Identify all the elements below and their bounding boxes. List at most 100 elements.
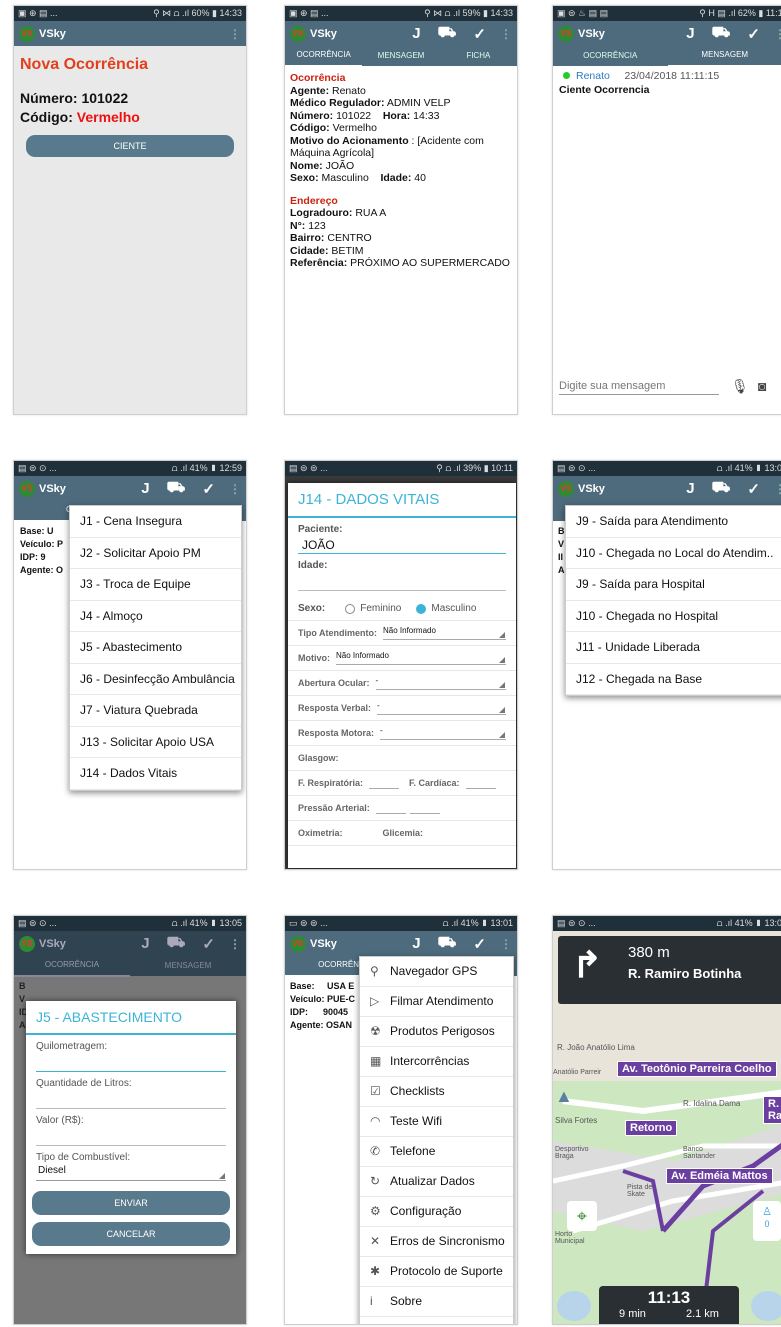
map-view[interactable]: ↱ 380 m R. Ramiro Botinha R. João Anatól… xyxy=(553,931,781,1324)
screen-menu-opcoes: ▭ ⊜ ⊜ ... ⩍ .ıl 41% ▮ 13:01 VS VSky J ⛟ ✓… xyxy=(284,915,518,1325)
menu-item-navegador-gps[interactable]: ⚲ Navegador GPS xyxy=(360,957,513,987)
menu-item-j11[interactable]: J11 - Unidade Liberada xyxy=(566,632,781,664)
overflow-menu-icon[interactable]: ⋮ xyxy=(229,937,241,951)
menu-item-atualizar-dados[interactable]: ↻ Atualizar Dados xyxy=(360,1167,513,1197)
menu-item-j6[interactable]: J6 - Desinfecção Ambulância xyxy=(70,664,241,695)
menu-item-telefone[interactable]: ✆ Telefone xyxy=(360,1137,513,1167)
menu-item-j2[interactable]: J2 - Solicitar Apoio PM xyxy=(70,538,241,569)
menu-item-produtos-perigosos[interactable]: ☢ Produtos Perigosos xyxy=(360,1017,513,1047)
j-button[interactable]: J xyxy=(412,935,420,952)
ambulance-icon[interactable]: ⛟ xyxy=(712,24,731,43)
menu-item-configuracao[interactable]: ⚙ Configuração xyxy=(360,1197,513,1227)
menu-item-j3[interactable]: J3 - Troca de Equipe xyxy=(70,569,241,601)
menu-item-intercorrencias[interactable]: ▦ Intercorrências xyxy=(360,1047,513,1077)
tab-mensagem[interactable]: MENSAGEM xyxy=(362,46,439,66)
menu-item-j12[interactable]: J12 - Chegada na Base xyxy=(566,664,781,695)
recenter-button[interactable]: ⌖ xyxy=(567,1201,597,1231)
j-button[interactable]: J xyxy=(141,935,149,952)
tab-ocorrencia[interactable]: OCORRÊNCIA xyxy=(14,955,130,977)
check-icon[interactable]: ✓ xyxy=(473,935,486,953)
menu-item-checklists[interactable]: ☑ Checklists xyxy=(360,1077,513,1107)
ciente-button[interactable]: CIENTE xyxy=(26,135,234,157)
app-bar: VS VSky J ⛟ ✓ ⋮ xyxy=(14,476,246,501)
menu-item-protocolo-suporte[interactable]: ✱ Protocolo de Suporte xyxy=(360,1257,513,1287)
j-button[interactable]: J xyxy=(686,25,694,42)
camera-icon[interactable]: ◙ xyxy=(758,378,766,394)
cancelar-button[interactable]: CANCELAR xyxy=(32,1222,230,1246)
microphone-icon[interactable]: 🎙 xyxy=(731,378,749,395)
check-icon[interactable]: ✓ xyxy=(202,935,215,953)
medico-label: Médico Regulador: xyxy=(290,97,385,109)
overflow-menu-icon[interactable]: ⋮ xyxy=(774,482,781,496)
f-cardiaca-input[interactable] xyxy=(465,777,496,789)
idade-label: Idade: xyxy=(380,172,412,184)
menu-item-j9-hospital[interactable]: J9 - Saída para Hospital xyxy=(566,569,781,601)
status-right: ⩍ .ıl 41% ▮ 13:05 xyxy=(171,918,242,928)
menu-item-j9-atendimento[interactable]: J9 - Saída para Atendimento xyxy=(566,506,781,538)
abertura-ocular-select[interactable]: - xyxy=(375,676,506,690)
chat-bubble-button[interactable] xyxy=(557,1291,591,1321)
base-label: Base: xyxy=(290,981,315,991)
menu-item-j1[interactable]: J1 - Cena Insegura xyxy=(70,506,241,538)
check-icon[interactable]: ✓ xyxy=(747,25,760,43)
resposta-verbal-select[interactable]: - xyxy=(377,701,506,715)
valor-input[interactable] xyxy=(36,1126,226,1146)
vsky-logo-icon: VS xyxy=(19,25,35,42)
menu-item-teste-wifi[interactable]: ◠ Teste Wifi xyxy=(360,1107,513,1137)
tab-mensagem[interactable]: MENSAGEM xyxy=(130,956,246,976)
f-respiratoria-input[interactable] xyxy=(369,777,400,789)
tab-mensagem[interactable]: MENSAGEM xyxy=(667,45,781,67)
tab-ocorrencia[interactable]: OCORRÊN xyxy=(285,955,363,977)
tab-ocorrencia[interactable]: OCORRÊNCIA xyxy=(285,45,363,67)
check-icon[interactable]: ✓ xyxy=(747,480,760,498)
pressao-diastolica-input[interactable] xyxy=(409,802,440,814)
overflow-menu-icon[interactable]: ⋮ xyxy=(229,482,241,496)
tab-ocorrencia[interactable]: OCORRÊNCIA xyxy=(553,46,668,66)
j-button[interactable]: J xyxy=(141,480,149,497)
tab-ficha[interactable]: FICHA xyxy=(440,46,517,66)
feminino-radio[interactable] xyxy=(345,603,356,614)
resposta-motora-select[interactable]: - xyxy=(380,726,506,740)
ambulance-icon[interactable]: ⛟ xyxy=(167,934,186,953)
ambulance-icon[interactable]: ⛟ xyxy=(438,24,457,43)
menu-item-j5[interactable]: J5 - Abastecimento xyxy=(70,632,241,664)
status-left: ▣ ⊜ ♨ ▤ ▤ xyxy=(557,8,609,18)
litros-input[interactable] xyxy=(36,1089,226,1109)
masculino-label: Masculino xyxy=(431,603,477,614)
j-button[interactable]: J xyxy=(412,25,420,42)
combustivel-select[interactable]: Diesel xyxy=(36,1165,226,1181)
status-left: ▤ ⊜ ⊙ ... xyxy=(18,463,57,473)
support-icon: ✱ xyxy=(370,1263,381,1278)
menu-item-j7[interactable]: J7 - Viatura Quebrada xyxy=(70,695,241,727)
enviar-button[interactable]: ENVIAR xyxy=(32,1191,230,1215)
overflow-menu-icon[interactable]: ⋮ xyxy=(229,27,241,41)
ambulance-icon[interactable]: ⛟ xyxy=(712,479,731,498)
pressao-sistolica-input[interactable] xyxy=(375,802,406,814)
ambulance-icon[interactable]: ⛟ xyxy=(167,479,186,498)
medico-value: ADMIN VELP xyxy=(384,97,451,109)
menu-item-j13[interactable]: J13 - Solicitar Apoio USA xyxy=(70,727,241,758)
overflow-menu-icon[interactable]: ⋮ xyxy=(774,27,781,41)
menu-item-filmar-atendimento[interactable]: ▷ Filmar Atendimento xyxy=(360,987,513,1017)
menu-item-sobre[interactable]: i Sobre xyxy=(360,1287,513,1317)
menu-bubble-button[interactable] xyxy=(751,1291,781,1321)
report-button[interactable]: ♙ 0 xyxy=(753,1201,781,1241)
quilometragem-input[interactable] xyxy=(36,1052,226,1072)
overflow-menu-icon[interactable]: ⋮ xyxy=(500,937,512,951)
menu-item-j4[interactable]: J4 - Almoço xyxy=(70,601,241,632)
menu-item-j10-local[interactable]: J10 - Chegada no Local do Atendim.. xyxy=(566,538,781,569)
message-input[interactable]: Digite sua mensagem xyxy=(559,380,665,392)
idade-input[interactable] xyxy=(298,571,506,591)
motivo-select[interactable]: Não Informado xyxy=(336,651,506,665)
overflow-menu-icon[interactable]: ⋮ xyxy=(500,27,512,41)
tipo-atendimento-select[interactable]: Não Informado xyxy=(383,626,506,640)
menu-item-j10-hospital[interactable]: J10 - Chegada no Hospital xyxy=(566,601,781,632)
ambulance-icon[interactable]: ⛟ xyxy=(438,934,457,953)
masculino-radio[interactable] xyxy=(416,603,427,614)
menu-item-erros-sincronismo[interactable]: ✕ Erros de Sincronismo xyxy=(360,1227,513,1257)
menu-item-j14[interactable]: J14 - Dados Vitais xyxy=(70,758,241,790)
check-icon[interactable]: ✓ xyxy=(473,25,486,43)
paciente-input[interactable]: JOÃO xyxy=(298,537,506,554)
j-button[interactable]: J xyxy=(686,480,694,497)
check-icon[interactable]: ✓ xyxy=(202,480,215,498)
